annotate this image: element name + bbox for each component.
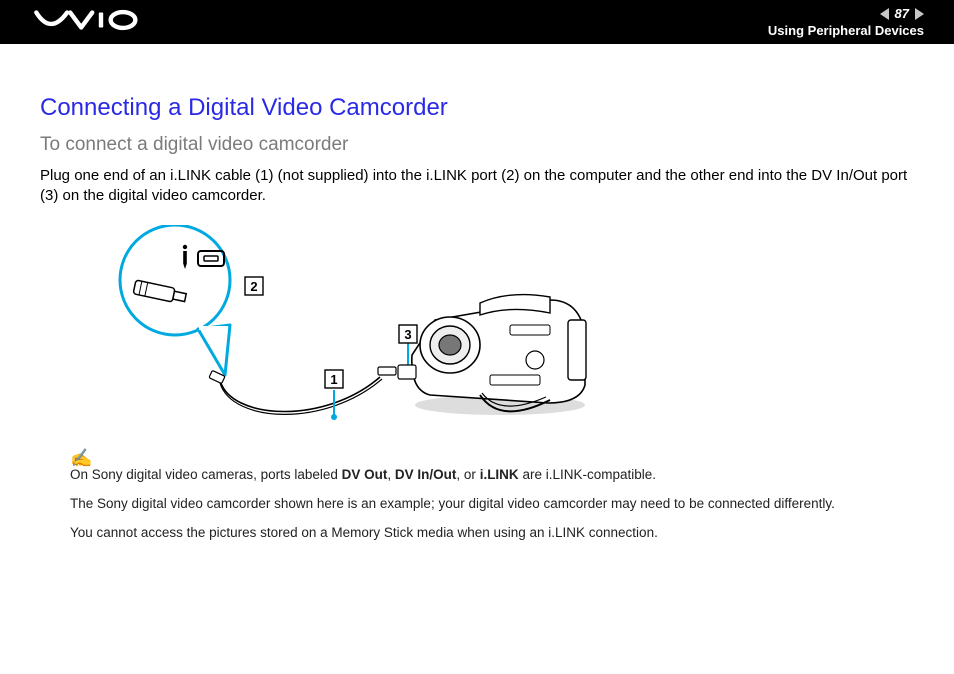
camcorder-icon bbox=[398, 294, 586, 414]
intro-paragraph: Plug one end of an i.LINK cable (1) (not… bbox=[40, 166, 914, 207]
next-page-icon[interactable] bbox=[915, 8, 924, 20]
page-nav: 87 bbox=[880, 6, 924, 21]
note-2: The Sony digital video camcorder shown h… bbox=[70, 496, 914, 511]
connection-diagram: 2 1 3 bbox=[80, 225, 914, 440]
note-3: You cannot access the pictures stored on… bbox=[70, 525, 914, 540]
section-label: Using Peripheral Devices bbox=[768, 23, 924, 38]
vaio-logo bbox=[30, 9, 150, 36]
page-title: Connecting a Digital Video Camcorder bbox=[40, 94, 914, 122]
note-1: On Sony digital video cameras, ports lab… bbox=[70, 467, 914, 482]
note-icon: ✍ bbox=[70, 448, 914, 469]
page-number: 87 bbox=[895, 6, 909, 21]
callout-3: 3 bbox=[404, 327, 411, 342]
page-subtitle: To connect a digital video camcorder bbox=[40, 134, 914, 156]
prev-page-icon[interactable] bbox=[880, 8, 889, 20]
header-bar: 87 Using Peripheral Devices bbox=[0, 0, 954, 44]
callout-1: 1 bbox=[330, 372, 337, 387]
callout-2: 2 bbox=[250, 279, 257, 294]
page-content: Connecting a Digital Video Camcorder To … bbox=[0, 44, 954, 594]
